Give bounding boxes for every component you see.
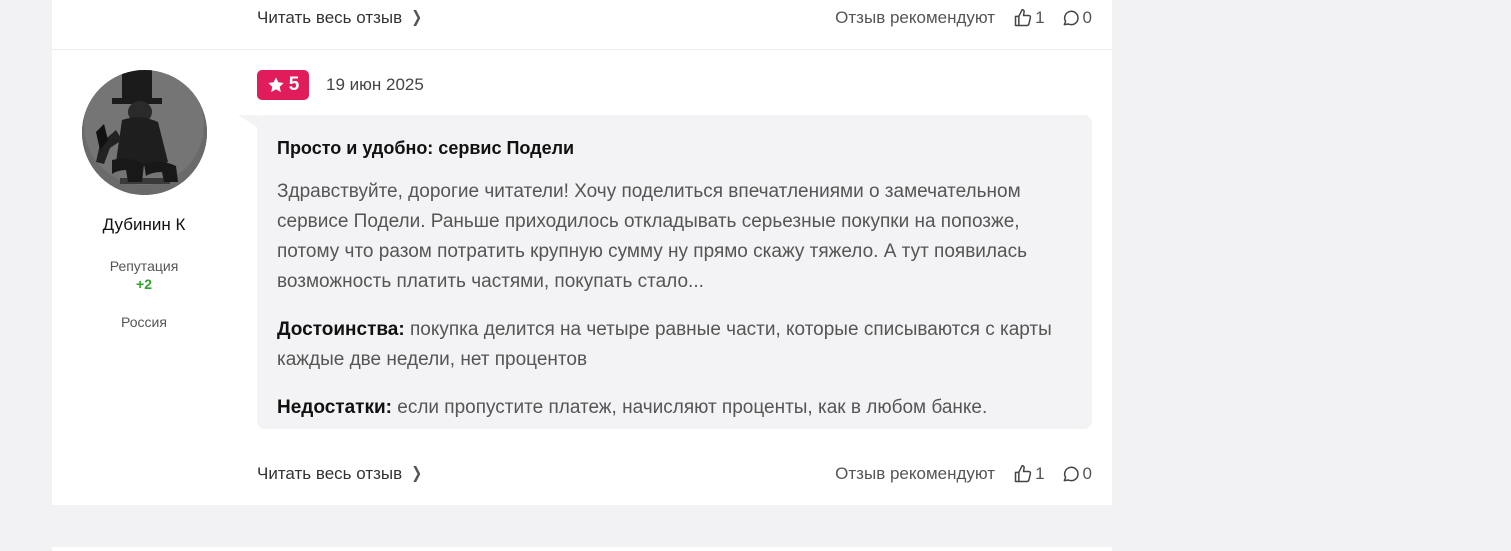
pros-label: Достоинства: xyxy=(277,319,405,340)
comment-icon xyxy=(1063,466,1079,482)
avatar[interactable] xyxy=(82,70,207,195)
comments-button[interactable]: 0 xyxy=(1061,464,1092,484)
comment-count: 0 xyxy=(1082,8,1092,27)
reputation-value: +2 xyxy=(136,276,152,292)
rating-value: 5 xyxy=(288,74,300,95)
reviews-page: Читать весь отзыв ❯ Отзыв рекомендуют 1 xyxy=(0,0,1511,551)
comment-icon xyxy=(1063,10,1079,26)
review-meta: Отзыв рекомендуют 1 0 xyxy=(835,464,1092,484)
author-country: Россия xyxy=(121,314,167,330)
thumbs-up-icon xyxy=(1014,8,1032,27)
author-name[interactable]: Дубинин К xyxy=(52,215,236,235)
review-footer: Читать весь отзыв ❯ Отзыв рекомендуют 1 xyxy=(257,464,1092,484)
read-full-review-label: Читать весь отзыв xyxy=(257,464,403,483)
review-date: 19 июн 2025 xyxy=(326,75,424,94)
review-meta: Отзыв рекомендуют 1 0 xyxy=(835,8,1092,28)
avatar-figure-icon xyxy=(82,70,207,195)
cons-label: Недостатки: xyxy=(277,397,392,418)
cons-text: если пропустите платеж, начисляют процен… xyxy=(397,397,988,418)
previous-review-footer: Читать весь отзыв ❯ Отзыв рекомендуют 1 xyxy=(257,8,1092,28)
rating-badge: 5 xyxy=(257,70,309,100)
like-button[interactable]: 1 xyxy=(1013,464,1045,484)
read-full-review-label: Читать весь отзыв xyxy=(257,8,403,27)
review-body: Здравствуйте, дорогие читатели! Хочу под… xyxy=(277,181,1027,292)
recommend-label: Отзыв рекомендуют xyxy=(835,464,996,483)
like-button[interactable]: 1 xyxy=(1013,8,1045,28)
review-pros: Достоинства: покупка делится на четыре р… xyxy=(277,315,1072,375)
thumbs-up-icon xyxy=(1014,464,1032,483)
reputation-label: Репутация xyxy=(109,258,179,274)
review-cons: Недостатки: если пропустите платеж, начи… xyxy=(277,393,1072,423)
review-title[interactable]: Просто и удобно: сервис Подели xyxy=(277,135,1072,161)
chevron-right-icon: ❯ xyxy=(411,465,423,482)
like-count: 1 xyxy=(1035,8,1045,27)
like-count: 1 xyxy=(1035,464,1045,483)
read-full-review-link[interactable]: Читать весь отзыв ❯ xyxy=(257,8,424,28)
next-review-card xyxy=(52,547,1112,551)
previous-review-card: Читать весь отзыв ❯ Отзыв рекомендуют 1 xyxy=(52,0,1112,50)
star-icon xyxy=(267,77,284,93)
comments-button[interactable]: 0 xyxy=(1061,8,1092,28)
comment-count: 0 xyxy=(1082,464,1092,483)
review-content[interactable]: Просто и удобно: сервис Подели Здравству… xyxy=(257,115,1092,429)
recommend-label: Отзыв рекомендуют xyxy=(835,8,996,27)
read-full-review-link[interactable]: Читать весь отзыв ❯ xyxy=(257,464,424,484)
review-card: Дубинин К Репутация +2 Россия 5 19 июн 2… xyxy=(52,50,1112,505)
chevron-right-icon: ❯ xyxy=(411,9,423,26)
